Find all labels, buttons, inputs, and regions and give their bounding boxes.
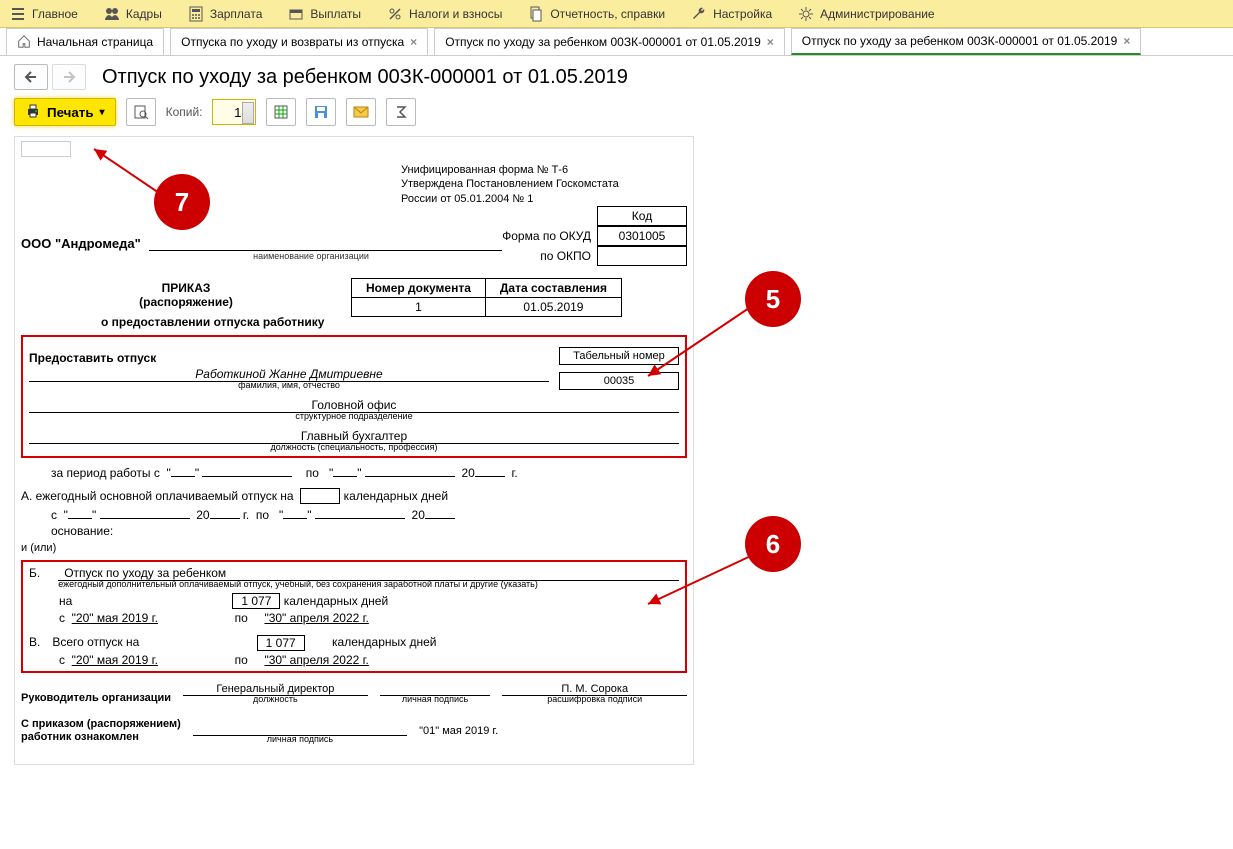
v-days: 1 077 — [257, 635, 305, 651]
okud-label: Форма по ОКУД — [502, 229, 591, 243]
menu-label: Зарплата — [210, 7, 263, 21]
form-standard-header: Унифицированная форма № Т-6 Утверждена П… — [401, 163, 687, 206]
document-preview: Унифицированная форма № Т-6 Утверждена П… — [14, 136, 694, 765]
tab-label: Отпуск по уходу за ребенком 00ЗК-000001 … — [802, 34, 1118, 48]
grant-label: Предоставить отпуск — [29, 351, 156, 365]
menu-main[interactable]: Главное — [6, 6, 82, 22]
people-icon — [104, 6, 120, 22]
mail-button[interactable] — [346, 98, 376, 126]
section-a: А. ежегодный основной оплачиваемый отпус… — [21, 488, 687, 538]
b-days: 1 077 — [232, 593, 280, 609]
menu-label: Выплаты — [310, 7, 361, 21]
tab-bar: Начальная страница Отпуска по уходу и во… — [0, 28, 1233, 56]
percent-icon — [387, 6, 403, 22]
leave-block: Б. Отпуск по уходу за ребенком ежегодный… — [21, 560, 687, 673]
print-label: Печать — [47, 105, 94, 120]
sum-button[interactable] — [386, 98, 416, 126]
gear-icon — [798, 6, 814, 22]
menu-label: Администрирование — [820, 7, 934, 21]
okpo-label: по ОКПО — [540, 249, 591, 263]
okud-value: 0301005 — [597, 226, 687, 246]
wallet-icon — [288, 6, 304, 22]
menu-label: Кадры — [126, 7, 162, 21]
order-title: ПРИКАЗ (распоряжение) — [21, 281, 351, 309]
menu-icon — [10, 6, 26, 22]
close-icon[interactable]: × — [1123, 34, 1130, 48]
copies-label: Копий: — [166, 105, 203, 119]
menu-salary[interactable]: Зарплата — [184, 6, 267, 22]
tab-label: Отпуск по уходу за ребенком 00ЗК-000001 … — [445, 35, 761, 49]
menu-reports[interactable]: Отчетность, справки — [524, 6, 669, 22]
tabnum-value: 00035 — [559, 372, 679, 390]
nav-forward[interactable] — [52, 64, 86, 90]
close-icon[interactable]: × — [767, 35, 774, 49]
annotation-5: 5 — [745, 271, 801, 327]
order-about: о предоставлении отпуска работнику — [101, 315, 687, 329]
doc-number-table: Номер документа Дата составления 1 01.05… — [351, 278, 622, 317]
employee-block: Предоставить отпуск Табельный номер Рабо… — [21, 335, 687, 458]
print-button[interactable]: Печать ▾ — [14, 98, 116, 126]
doc-icon — [528, 6, 544, 22]
home-icon — [17, 34, 31, 51]
org-name: ООО "Андромеда" — [21, 236, 141, 251]
work-period-row: за период работы с "" по "" 20 г. — [21, 466, 687, 480]
head-signature-row: Руководитель организации Генеральный дир… — [21, 683, 687, 704]
copies-input[interactable] — [212, 99, 256, 125]
calc-icon — [188, 6, 204, 22]
table-button[interactable] — [266, 98, 296, 126]
annotation-6: 6 — [745, 516, 801, 572]
page-title: Отпуск по уходу за ребенком 00ЗК-000001 … — [102, 66, 628, 89]
v-from: "20" мая 2019 г. — [72, 653, 158, 667]
preview-button[interactable] — [126, 98, 156, 126]
b-to: "30" апреля 2022 г. — [264, 611, 368, 625]
menu-label: Главное — [32, 7, 78, 21]
ack-row: С приказом (распоряжением) работник озна… — [21, 718, 687, 744]
save-button[interactable] — [306, 98, 336, 126]
nav-back[interactable] — [14, 64, 48, 90]
menu-admin[interactable]: Администрирование — [794, 6, 938, 22]
main-menu: Главное Кадры Зарплата Выплаты Налоги и … — [0, 0, 1233, 28]
tab-home[interactable]: Начальная страница — [6, 28, 164, 55]
print-toolbar: Печать ▾ Копий: — [14, 98, 1219, 126]
doc-number: 1 — [352, 297, 486, 316]
okpo-value — [597, 246, 687, 266]
menu-label: Отчетность, справки — [550, 7, 665, 21]
wrench-icon — [691, 6, 707, 22]
b-from: "20" мая 2019 г. — [72, 611, 158, 625]
menu-label: Налоги и взносы — [409, 7, 502, 21]
annotation-7: 7 — [154, 174, 210, 230]
tab-list[interactable]: Отпуска по уходу и возвраты из отпуска × — [170, 28, 428, 55]
chevron-down-icon: ▾ — [100, 107, 105, 118]
tab-label: Начальная страница — [37, 35, 153, 49]
org-caption: наименование организации — [161, 251, 461, 261]
printer-icon — [25, 103, 41, 122]
code-header: Код — [597, 206, 687, 226]
close-icon[interactable]: × — [410, 35, 417, 49]
tab-label: Отпуска по уходу и возвраты из отпуска — [181, 35, 404, 49]
and-or-label: и (или) — [21, 542, 687, 554]
menu-taxes[interactable]: Налоги и взносы — [383, 6, 506, 22]
menu-hr[interactable]: Кадры — [100, 6, 166, 22]
v-to: "30" апреля 2022 г. — [264, 653, 368, 667]
tab-doc1[interactable]: Отпуск по уходу за ребенком 00ЗК-000001 … — [434, 28, 785, 55]
menu-label: Настройка — [713, 7, 772, 21]
menu-settings[interactable]: Настройка — [687, 6, 776, 22]
tabnum-header: Табельный номер — [559, 347, 679, 365]
ack-date: "01" мая 2019 г. — [419, 725, 687, 737]
doc-date: 01.05.2019 — [485, 297, 621, 316]
menu-payments[interactable]: Выплаты — [284, 6, 365, 22]
tab-doc2[interactable]: Отпуск по уходу за ребенком 00ЗК-000001 … — [791, 28, 1142, 55]
